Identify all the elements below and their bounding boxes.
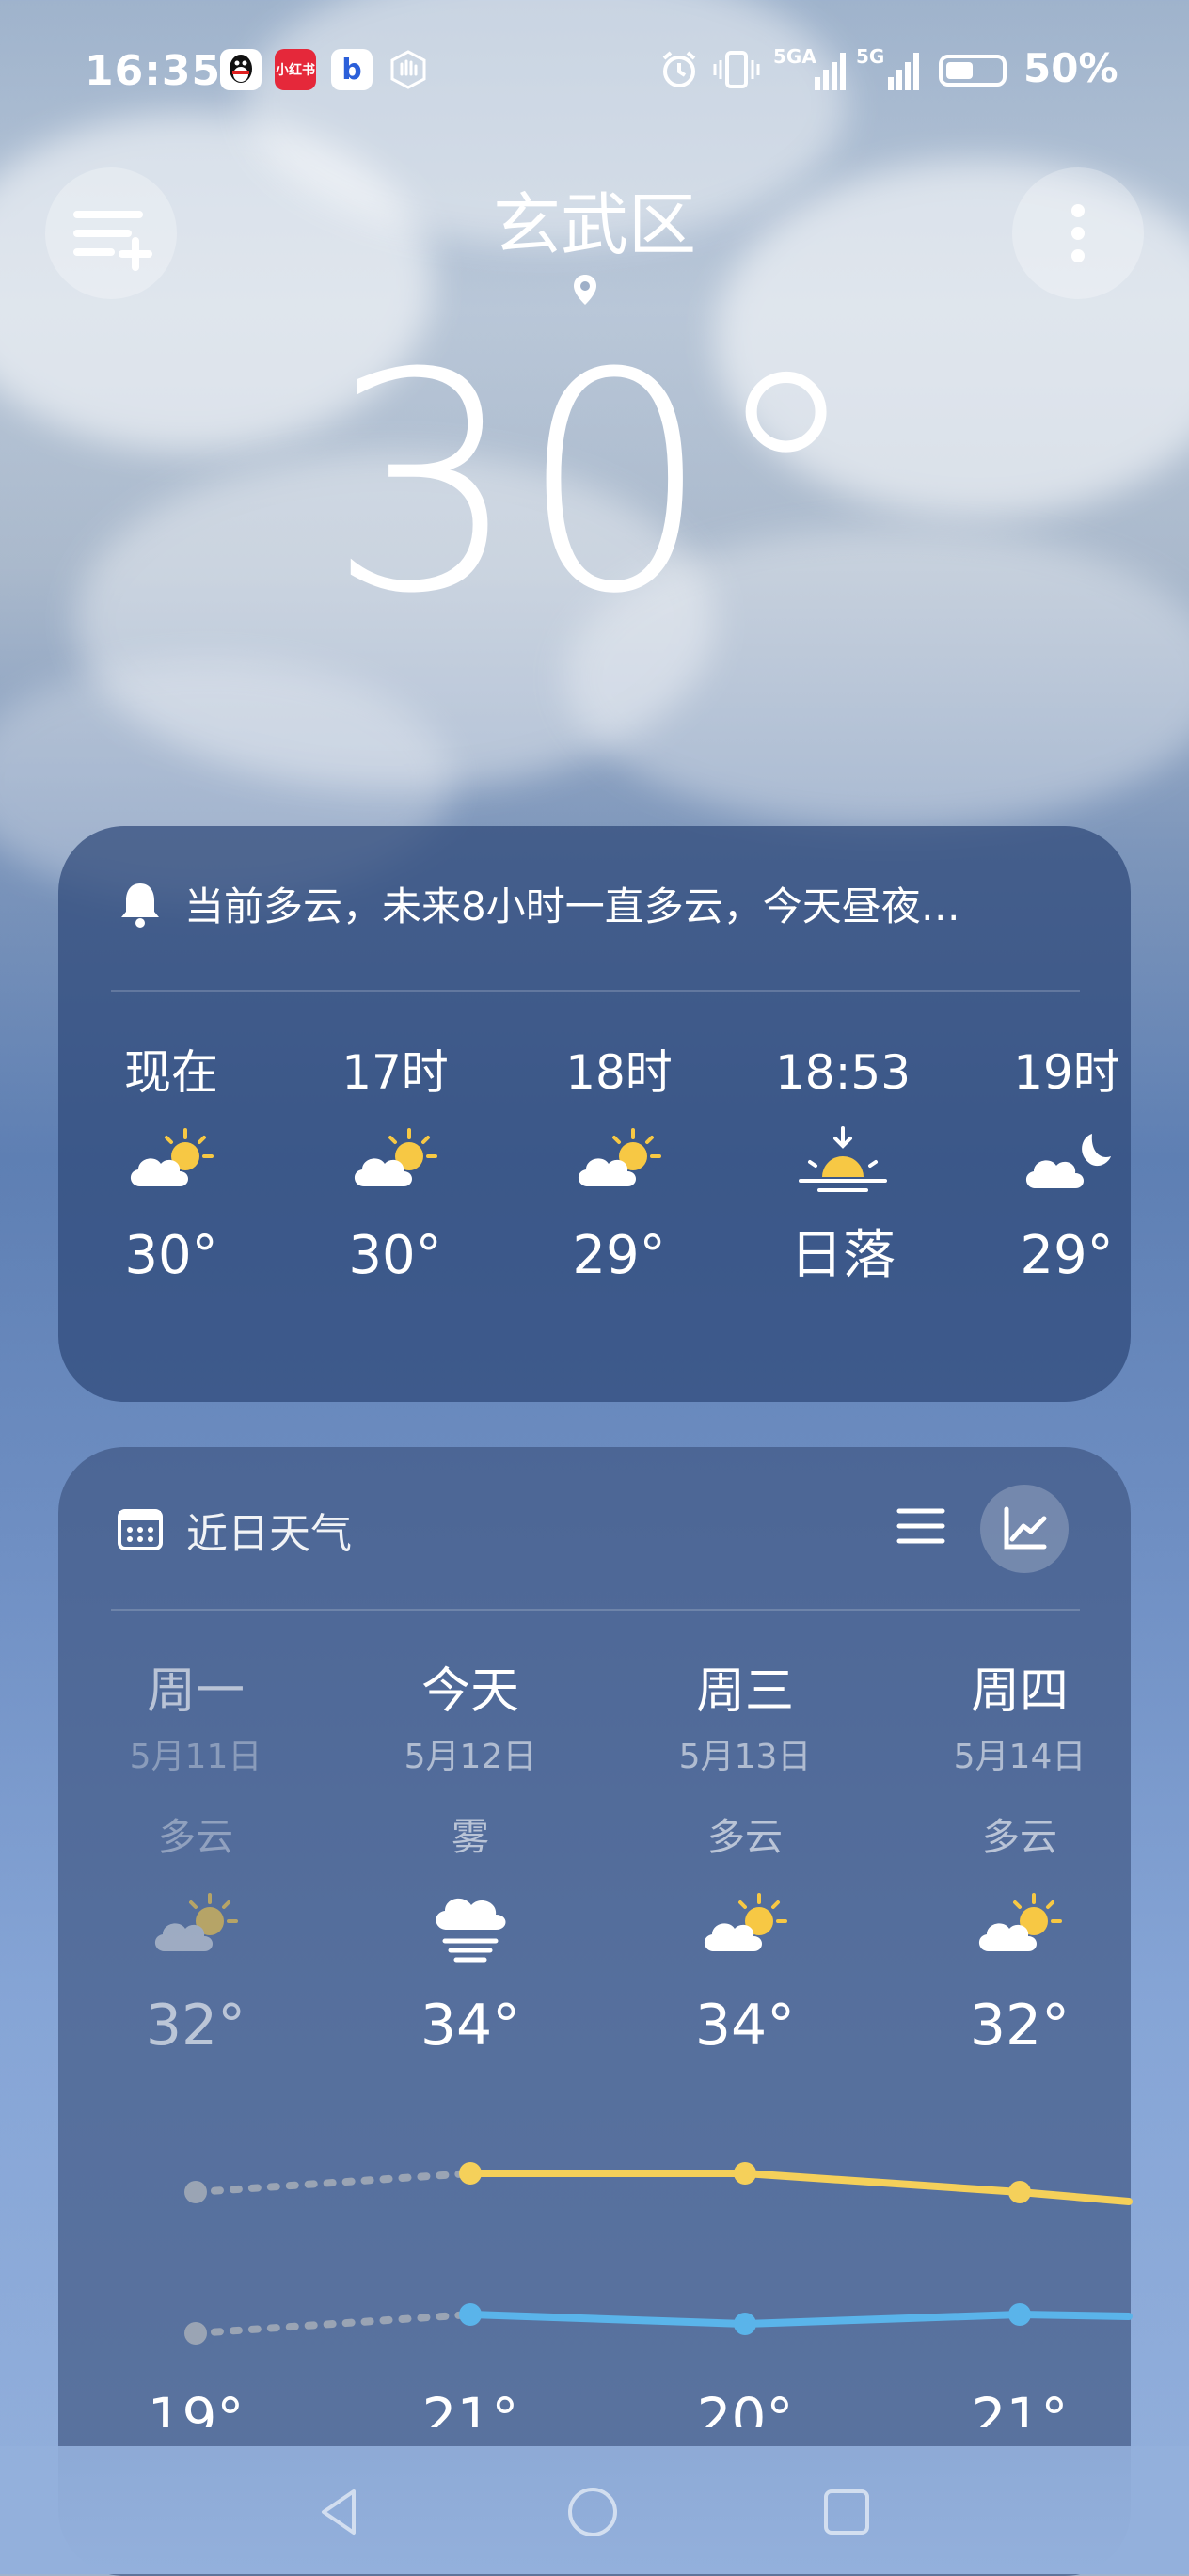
hour-label: 17时 <box>341 1045 449 1100</box>
day-weekday: 今天 <box>420 1663 519 1720</box>
low-temp-point <box>184 2322 207 2345</box>
vibrate-icon <box>713 49 760 98</box>
hour-label: 18:53 <box>774 1045 912 1100</box>
battery-icon <box>939 55 1007 87</box>
day-low-temperature: 20° <box>697 2386 794 2427</box>
hourly-item: 18:53 日落 <box>749 1040 937 1294</box>
battery-percentage: 50% <box>1023 45 1118 91</box>
day-date: 5月11日 <box>129 1738 262 1776</box>
high-trend-segment <box>192 2170 474 2196</box>
home-icon[interactable] <box>564 2484 621 2540</box>
high-temp-point <box>459 2162 482 2185</box>
day-date: 5月12日 <box>404 1738 537 1776</box>
day-weekday: 周四 <box>970 1663 1069 1720</box>
city-name[interactable]: 玄武区 <box>0 169 1189 268</box>
partly-cloudy-day-icon <box>77 1105 265 1218</box>
list-icon <box>896 1508 945 1544</box>
low-trend-segment <box>192 2311 474 2337</box>
hour-temperature: 29° <box>572 1225 666 1286</box>
hour-temperature: 30° <box>348 1225 442 1286</box>
day-high-temperature: 32° <box>145 1993 246 2059</box>
bell-icon <box>121 883 159 928</box>
alert-text: 当前多云，未来8小时一直多云，今天昼夜… <box>184 883 960 930</box>
chart-view-toggle[interactable] <box>980 1485 1069 1573</box>
qq-app-icon <box>220 49 262 90</box>
sunset-icon <box>749 1105 937 1218</box>
daily-section-title: 近日天气 <box>186 1510 352 1558</box>
day-date: 5月13日 <box>678 1738 812 1776</box>
high-temp-point <box>184 2181 207 2203</box>
hour-temperature: 30° <box>124 1225 218 1286</box>
signal-5g-icon: 5G <box>856 45 931 94</box>
location-pin-icon <box>574 275 596 305</box>
hour-label: 18时 <box>565 1045 673 1100</box>
line-chart-icon <box>1004 1506 1047 1550</box>
hand-app-icon <box>388 49 429 90</box>
low-temp-point <box>734 2313 756 2335</box>
daily-item[interactable]: 今天 5月12日 雾 34° <box>357 1654 583 2068</box>
low-trend-segment <box>1016 2311 1133 2320</box>
low-temp-point <box>1008 2303 1031 2326</box>
hour-temperature: 日落 <box>790 1225 896 1286</box>
day-condition: 雾 <box>452 1816 489 1859</box>
xiaohongshu-app-icon: 小红书 <box>275 49 316 90</box>
status-time: 16:35 <box>85 47 222 95</box>
high-temp-point <box>1008 2181 1031 2203</box>
day-condition: 多云 <box>158 1816 233 1859</box>
day-low-temperature: 21° <box>422 2386 519 2427</box>
hourly-item: 19时 29° <box>973 1040 1161 1294</box>
partly-cloudy-night-icon <box>973 1105 1161 1218</box>
partly-cloudy-day-icon <box>301 1105 489 1218</box>
day-high-temperature: 34° <box>694 1993 796 2059</box>
calendar-icon <box>118 1509 163 1550</box>
list-view-toggle[interactable] <box>886 1488 956 1564</box>
day-condition: 多云 <box>982 1816 1057 1859</box>
hourly-item: 17时 30° <box>301 1040 489 1294</box>
partly-cloudy-day-icon <box>907 1861 1133 1993</box>
signal-5ga-icon: 5GA <box>773 45 848 94</box>
hourly-divider <box>111 990 1080 992</box>
day-weekday: 周一 <box>146 1663 245 1720</box>
partly-cloudy-day-icon <box>83 1861 309 1993</box>
back-icon[interactable] <box>310 2484 367 2540</box>
partly-cloudy-day-icon <box>632 1861 858 1993</box>
alarm-icon <box>658 49 700 98</box>
weather-alert[interactable]: 当前多云，未来8小时一直多云，今天昼夜… <box>117 875 960 931</box>
daily-divider <box>111 1609 1080 1611</box>
daily-item[interactable]: 周三 5月13日 多云 34° <box>632 1654 858 2068</box>
low-trend-segment <box>467 2311 749 2328</box>
partly-cloudy-day-icon <box>525 1105 713 1218</box>
low-trend-segment <box>741 2311 1023 2328</box>
baidu-app-icon: b <box>331 49 373 90</box>
day-high-temperature: 32° <box>969 1993 1070 2059</box>
daily-item[interactable]: 周一 5月11日 多云 32° <box>83 1654 309 2068</box>
current-temperature: 30° <box>327 310 862 660</box>
daily-item[interactable]: 周四 5月14日 多云 32° <box>907 1654 1133 2068</box>
high-trend-segment <box>741 2170 1023 2196</box>
temperature-trend-chart: 19° 21° 20° 21° <box>148 2162 1133 2427</box>
status-bar: 16:35 小红书 b 5GA 5G 50% <box>0 0 1189 151</box>
day-high-temperature: 34° <box>420 1993 521 2059</box>
day-weekday: 周三 <box>695 1663 794 1720</box>
recents-icon[interactable] <box>818 2484 875 2540</box>
high-trend-segment <box>1016 2188 1133 2205</box>
day-date: 5月14日 <box>953 1738 1086 1776</box>
high-temp-point <box>734 2162 756 2185</box>
day-low-temperature: 21° <box>972 2386 1069 2427</box>
fog-icon <box>357 1861 583 1993</box>
day-condition: 多云 <box>707 1816 783 1859</box>
hourly-item: 现在 30° <box>77 1040 265 1294</box>
hour-label: 现在 <box>124 1045 218 1100</box>
hour-temperature: 29° <box>1020 1225 1114 1286</box>
hour-label: 19时 <box>1013 1045 1120 1100</box>
low-temp-point <box>459 2303 482 2326</box>
day-low-temperature: 19° <box>148 2386 245 2427</box>
hourly-item: 18时 29° <box>525 1040 713 1294</box>
system-navigation-bar <box>0 2446 1189 2574</box>
